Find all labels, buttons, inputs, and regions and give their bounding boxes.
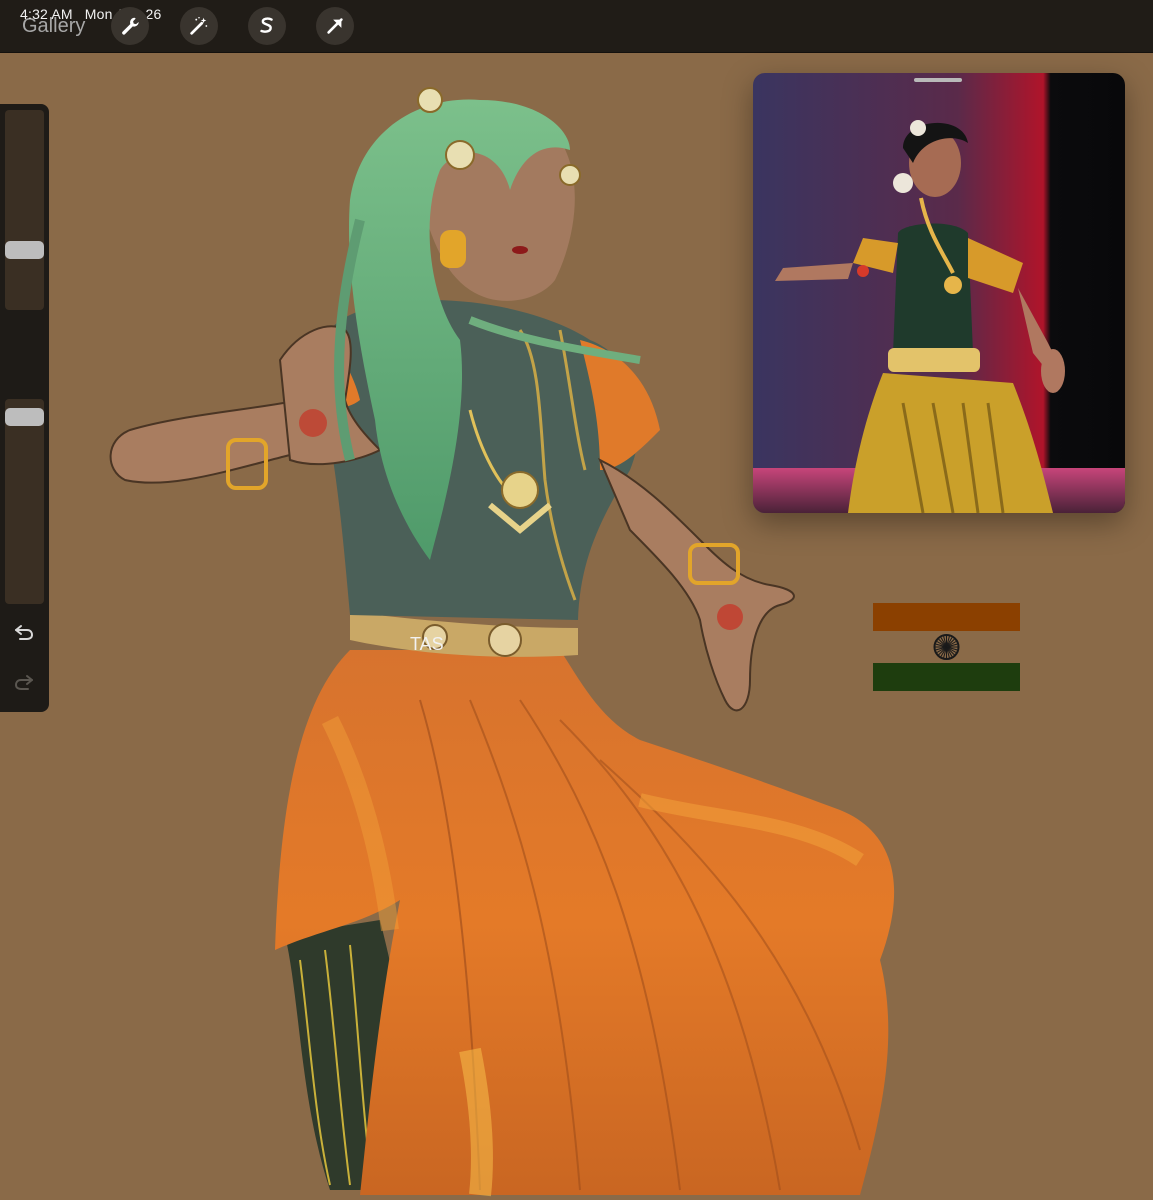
artist-signature: TAS xyxy=(410,634,444,654)
left-sidebar xyxy=(0,104,49,712)
reference-window-grabber[interactable] xyxy=(914,78,962,82)
ashoka-chakra-icon xyxy=(933,634,960,660)
transform-button[interactable] xyxy=(316,7,354,45)
magic-wand-icon xyxy=(190,17,208,35)
undo-icon[interactable] xyxy=(12,620,36,644)
opacity-slider[interactable] xyxy=(5,399,44,604)
transform-arrow-icon xyxy=(327,18,343,34)
status-bar: 4:32 AMMon Aug 26 xyxy=(20,6,174,22)
redo-icon[interactable] xyxy=(12,670,36,694)
brush-size-slider[interactable] xyxy=(5,110,44,310)
status-time-label: 4:32 AM xyxy=(20,6,73,22)
reference-photo xyxy=(753,73,1125,513)
india-flag xyxy=(873,603,1020,691)
selection-s-icon xyxy=(260,17,273,33)
adjustments-button[interactable] xyxy=(180,7,218,45)
opacity-slider-thumb[interactable] xyxy=(5,408,44,427)
selection-button[interactable] xyxy=(248,7,286,45)
reference-window[interactable] xyxy=(753,73,1125,513)
brush-size-slider-thumb[interactable] xyxy=(5,241,44,260)
actions-button[interactable] xyxy=(111,7,149,45)
wrench-icon xyxy=(122,17,139,35)
top-toolbar: Gallery 4:32 AMMon Aug 26 xyxy=(0,0,1153,53)
